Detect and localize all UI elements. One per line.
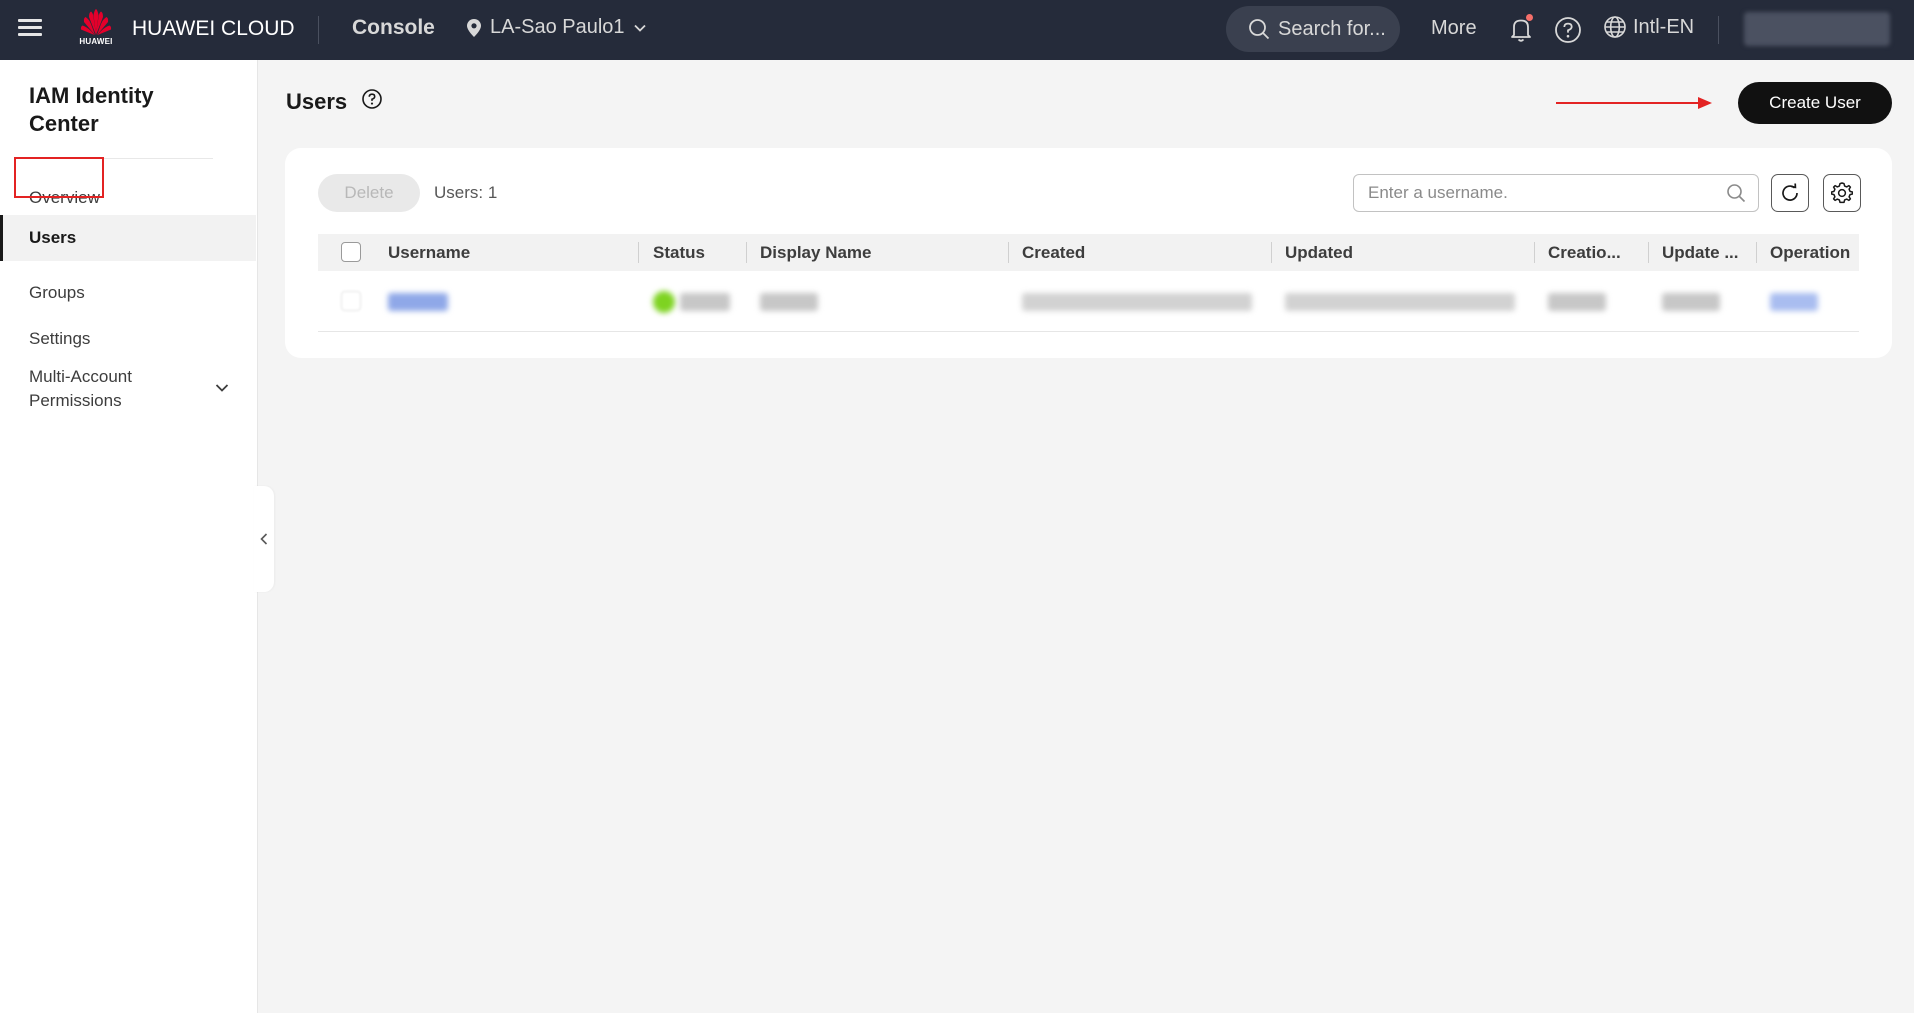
display-name-redacted (760, 293, 818, 311)
gear-icon (1831, 182, 1853, 204)
column-divider (1534, 242, 1535, 263)
topbar-divider (318, 16, 319, 44)
create-user-button[interactable]: Create User (1738, 82, 1892, 124)
language-label: Intl-EN (1633, 15, 1695, 38)
page-title-text: Users (286, 89, 348, 114)
created-redacted (1022, 293, 1252, 311)
sidebar-title: IAM Identity Center (29, 82, 219, 138)
users-table-card: Delete Users: 1 Username Status Display … (285, 148, 1892, 358)
username-link-redacted[interactable] (388, 293, 448, 311)
region-label: LA-Sao Paulo1 (490, 16, 625, 38)
sidebar-item-overview[interactable]: Overview (0, 179, 256, 216)
status-indicator (653, 291, 675, 313)
operation-link-redacted[interactable] (1770, 293, 1818, 311)
sidebar-item-multi-account-permissions[interactable]: Multi-Account Permissions (0, 362, 256, 416)
users-count: Users: 1 (434, 183, 498, 202)
chevron-down-icon (633, 24, 646, 32)
username-search-input[interactable] (1368, 183, 1726, 203)
logo-text: HUAWEI (79, 37, 113, 46)
topbar-divider-2 (1718, 16, 1719, 44)
help-circle-icon (362, 89, 382, 109)
language-selector[interactable]: Intl-EN (1603, 15, 1694, 39)
column-header-creation-source[interactable]: Creatio... (1548, 234, 1643, 271)
help-button[interactable] (1553, 15, 1583, 45)
notifications-button[interactable] (1506, 14, 1536, 44)
help-circle-icon (1555, 17, 1581, 43)
brand-name: HUAWEI CLOUD (132, 17, 295, 40)
page-title: Users (286, 88, 383, 116)
account-menu[interactable] (1744, 12, 1890, 46)
sidebar-item-label: Groups (29, 283, 85, 302)
update-source-redacted (1662, 293, 1720, 311)
status-text-redacted (680, 293, 730, 311)
more-menu[interactable]: More (1431, 17, 1477, 40)
top-nav-bar: HUAWEI HUAWEI CLOUD Console LA-Sao Paulo… (0, 0, 1914, 60)
delete-button[interactable]: Delete (318, 174, 420, 212)
sidebar: IAM Identity Center Overview Users Group… (0, 60, 258, 1013)
search-icon[interactable] (1726, 183, 1746, 203)
column-divider (1271, 242, 1272, 263)
huawei-logo[interactable]: HUAWEI (76, 8, 116, 52)
sidebar-item-label: Overview (29, 188, 100, 207)
column-divider (1648, 242, 1649, 263)
refresh-button[interactable] (1771, 174, 1809, 212)
hamburger-menu-icon[interactable] (18, 16, 44, 42)
huawei-logo-icon (80, 9, 112, 35)
column-divider (746, 242, 747, 263)
sidebar-item-label: Users (29, 228, 77, 247)
column-divider (638, 242, 639, 263)
console-link[interactable]: Console (352, 16, 435, 40)
globe-icon (1604, 16, 1626, 38)
creation-source-redacted (1548, 293, 1606, 311)
chevron-left-icon (260, 533, 268, 545)
row-checkbox[interactable] (341, 291, 361, 311)
column-divider (1008, 242, 1009, 263)
column-header-display-name[interactable]: Display Name (760, 234, 950, 271)
sidebar-divider (29, 158, 213, 159)
global-search[interactable]: Search for... (1226, 6, 1400, 52)
sidebar-collapse-toggle[interactable] (254, 486, 274, 592)
column-header-status[interactable]: Status (653, 234, 733, 271)
search-icon (1249, 19, 1270, 40)
updated-redacted (1285, 293, 1515, 311)
column-header-operation: Operation (1770, 243, 1851, 262)
sidebar-item-groups[interactable]: Groups (0, 270, 256, 316)
table-row (318, 271, 1859, 332)
sidebar-title-text: IAM Identity Center (29, 83, 154, 136)
table-settings-button[interactable] (1823, 174, 1861, 212)
annotation-arrow-icon (1556, 97, 1712, 109)
sidebar-item-label: Multi-Account Permissions (29, 367, 132, 410)
location-pin-icon (467, 18, 481, 37)
column-divider (1756, 242, 1757, 263)
notification-badge-dot (1526, 14, 1533, 21)
table-header: Username Status Display Name Created Upd… (318, 234, 1859, 271)
sidebar-item-users[interactable]: Users (0, 215, 256, 261)
column-header-update-source[interactable]: Update ... (1662, 234, 1752, 271)
column-header-username[interactable]: Username (388, 234, 578, 271)
global-search-placeholder: Search for... (1278, 17, 1386, 40)
region-selector[interactable]: LA-Sao Paulo1 (466, 16, 647, 39)
refresh-icon (1782, 183, 1798, 201)
sidebar-item-settings[interactable]: Settings (0, 316, 256, 362)
select-all-checkbox[interactable] (341, 242, 361, 262)
username-search (1353, 174, 1759, 212)
sidebar-item-label: Settings (29, 329, 91, 348)
help-icon[interactable] (361, 88, 383, 116)
chevron-down-icon (215, 384, 229, 392)
column-header-created[interactable]: Created (1022, 234, 1222, 271)
column-header-updated[interactable]: Updated (1285, 234, 1485, 271)
